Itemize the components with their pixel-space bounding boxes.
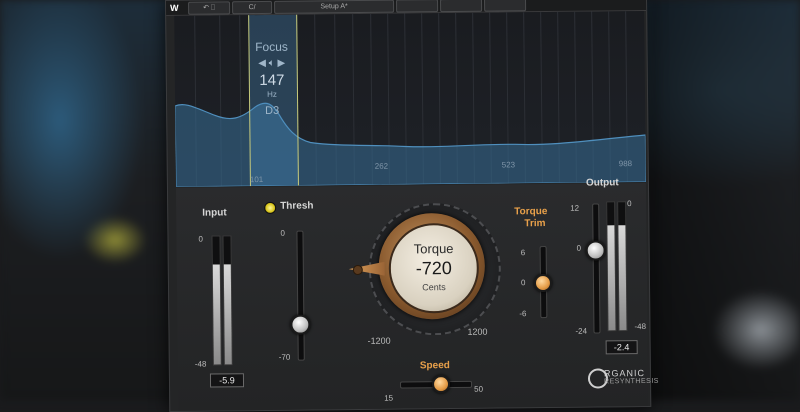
- output-label: Output: [585, 177, 619, 189]
- load-button[interactable]: [396, 0, 439, 13]
- focus-nudge-controls[interactable]: ◀ 🔈︎ ▶: [242, 58, 302, 70]
- output-scale-right-top: 0: [627, 199, 632, 209]
- preset-selector[interactable]: Setup A*: [274, 0, 395, 14]
- thresh-led-toggle[interactable]: [264, 201, 277, 214]
- control-panel: Input 0 -48 -5.9 Thresh 0 -70 Torque -72…: [175, 177, 659, 411]
- input-scale-bottom: -48: [194, 359, 207, 369]
- torque-display: Torque -720 Cents: [388, 222, 480, 314]
- waves-logo-icon: W: [170, 2, 179, 13]
- output-scale-right-bottom: -48: [634, 321, 647, 332]
- arrow-left-icon[interactable]: ◀: [258, 58, 266, 69]
- output-scale-left-mid: 0: [576, 243, 582, 253]
- torque-label: Torque: [413, 240, 454, 257]
- trim-scale-bottom: -6: [519, 309, 527, 319]
- spectrum-analyzer[interactable]: Focus ◀ 🔈︎ ▶ 147 Hz D3 101 262 523 988: [174, 10, 646, 187]
- input-meter-fill: [212, 264, 221, 365]
- focus-frequency-value: 147: [259, 71, 285, 90]
- output-meter-left: [606, 201, 617, 332]
- torque-min-label: -1200: [367, 335, 391, 346]
- speaker-icon[interactable]: 🔈︎: [269, 58, 275, 69]
- input-label: Input: [202, 207, 227, 219]
- torque-trim-label-line2: Trim: [524, 218, 546, 230]
- torque-max-label: 1200: [467, 326, 488, 337]
- torque-pointer-dot: [352, 264, 363, 276]
- freq-label: 101: [249, 174, 264, 185]
- input-meter-right: [222, 235, 233, 366]
- trim-scale-mid: 0: [520, 278, 526, 288]
- torque-trim-label-line1: Torque: [514, 206, 548, 218]
- undo-button[interactable]: ↶ ⎕: [188, 1, 231, 15]
- speed-min-label: 15: [384, 393, 394, 403]
- output-meter-fill: [618, 225, 627, 331]
- speed-slider-knob[interactable]: [431, 375, 451, 394]
- freq-label: 262: [374, 161, 389, 171]
- brand-line2: RESYNTHESIS: [603, 377, 659, 386]
- undo-icon: ↶ ⎕: [203, 4, 216, 12]
- focus-note: D3: [265, 104, 280, 117]
- input-meter-left: [211, 235, 222, 366]
- torque-unit: Cents: [422, 282, 446, 293]
- output-readout[interactable]: -2.4: [605, 340, 638, 355]
- speed-max-label: 50: [474, 384, 484, 394]
- arrow-right-icon[interactable]: ▶: [277, 58, 285, 69]
- thresh-scale-bottom: -70: [278, 352, 291, 362]
- output-slider-knob[interactable]: [585, 240, 606, 261]
- speed-label: Speed: [419, 360, 450, 372]
- help-button[interactable]: [484, 0, 527, 12]
- freq-label: 988: [618, 159, 633, 169]
- thresh-label: Thresh: [280, 200, 314, 212]
- thresh-slider-knob[interactable]: [290, 314, 311, 335]
- thresh-scale-top: 0: [280, 228, 285, 238]
- compare-button[interactable]: C/: [232, 0, 273, 15]
- freq-label: 523: [501, 160, 516, 170]
- focus-label: Focus: [255, 39, 288, 55]
- torque-value: -720: [415, 258, 452, 279]
- input-meter-fill: [223, 264, 232, 365]
- organic-resynthesis-plugin-window: W ↶ ⎕ C/ Setup A* Focus ◀ 🔈︎ ▶ 147 Hz D3…: [165, 0, 659, 412]
- save-button[interactable]: [440, 0, 483, 13]
- brand-line1: RGANIC: [603, 367, 646, 379]
- input-readout[interactable]: -5.9: [209, 373, 245, 388]
- output-meter-right: [617, 201, 628, 332]
- trim-scale-top: 6: [520, 248, 526, 258]
- output-meter-fill: [607, 225, 616, 331]
- focus-frequency-unit: Hz: [267, 89, 277, 99]
- torque-trim-slider-knob[interactable]: [533, 273, 553, 293]
- output-scale-left-bottom: -24: [575, 326, 588, 336]
- output-slider-track[interactable]: [592, 203, 601, 334]
- output-scale-left-top: 12: [570, 203, 580, 213]
- input-scale-top: 0: [198, 234, 204, 244]
- thresh-slider-track[interactable]: [296, 230, 305, 361]
